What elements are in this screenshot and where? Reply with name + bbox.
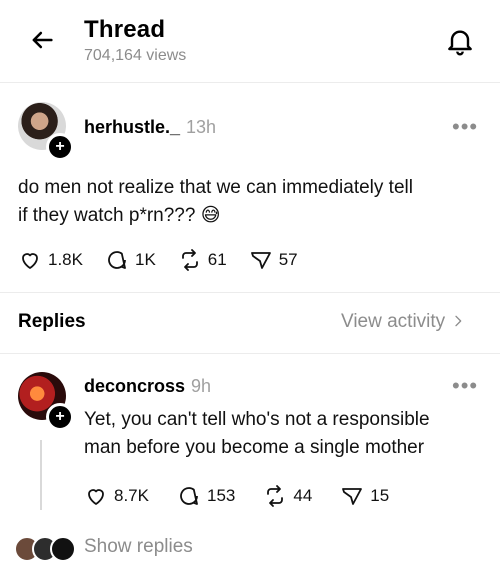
- comment-count: 153: [206, 486, 236, 505]
- comment-button[interactable]: 1K: [105, 248, 156, 272]
- follow-plus-icon[interactable]: +: [46, 403, 74, 431]
- back-button[interactable]: [28, 26, 56, 54]
- share-count: 15: [370, 486, 390, 505]
- repost-button[interactable]: 44: [263, 484, 312, 508]
- avatar: [50, 536, 76, 562]
- repost-icon: [267, 485, 284, 507]
- share-button[interactable]: 15: [340, 484, 389, 508]
- reply-actions: 8.7K 153 44 15: [84, 484, 389, 508]
- post-username[interactable]: herhustle._: [84, 117, 180, 137]
- reply-username[interactable]: deconcross: [84, 376, 185, 396]
- post-text-line-1: do men not realize that we can immediate…: [18, 177, 413, 198]
- replies-divider-top: [0, 292, 500, 293]
- replies-divider-bottom: [0, 353, 500, 354]
- heart-icon: [22, 253, 38, 269]
- reply-header: deconcross 9h: [84, 376, 211, 397]
- comment-count: 1K: [134, 250, 156, 269]
- view-activity-label: View activity: [341, 311, 446, 332]
- like-count: 8.7K: [114, 486, 149, 505]
- comment-icon: [180, 487, 198, 505]
- reply-avatars-stack: [14, 536, 76, 562]
- reply-text-line-2: man before you become a single mother: [84, 437, 425, 458]
- share-count: 57: [278, 250, 298, 269]
- post-header: herhustle._ 13h: [84, 117, 216, 138]
- replies-label: Replies: [18, 311, 86, 332]
- reply-time: 9h: [191, 376, 212, 396]
- like-button[interactable]: 1.8K: [18, 248, 83, 272]
- send-icon: [342, 488, 363, 505]
- post-time: 13h: [186, 117, 217, 137]
- follow-plus-icon[interactable]: +: [46, 133, 74, 161]
- repost-button[interactable]: 61: [178, 248, 227, 272]
- post-text-line-2: if they watch p*rn??? 😅: [18, 205, 221, 226]
- repost-count: 61: [207, 250, 227, 269]
- comment-button[interactable]: 153: [177, 484, 235, 508]
- show-replies-link[interactable]: Show replies: [84, 536, 193, 558]
- post-actions: 1.8K 1K 61 57: [18, 248, 298, 272]
- more-options-icon[interactable]: •••: [452, 373, 478, 399]
- view-activity-link[interactable]: View activity: [341, 311, 466, 333]
- send-icon: [250, 252, 271, 269]
- repost-count: 44: [293, 486, 313, 505]
- repost-icon: [181, 249, 198, 271]
- more-options-icon[interactable]: •••: [452, 114, 478, 140]
- like-count: 1.8K: [48, 250, 83, 269]
- heart-icon: [88, 489, 104, 505]
- header-divider: [0, 82, 500, 83]
- notifications-button[interactable]: [444, 25, 476, 57]
- thread-line: [40, 440, 42, 510]
- like-button[interactable]: 8.7K: [84, 484, 149, 508]
- chevron-right-icon: [455, 315, 462, 327]
- bell-icon: [448, 30, 472, 56]
- share-button[interactable]: 57: [249, 248, 298, 272]
- view-count: 704,164 views: [84, 47, 187, 64]
- back-arrow-icon: [32, 31, 53, 49]
- page-title: Thread: [84, 16, 166, 43]
- comment-icon: [108, 251, 126, 269]
- reply-text-line-1: Yet, you can't tell who's not a responsi…: [84, 409, 430, 430]
